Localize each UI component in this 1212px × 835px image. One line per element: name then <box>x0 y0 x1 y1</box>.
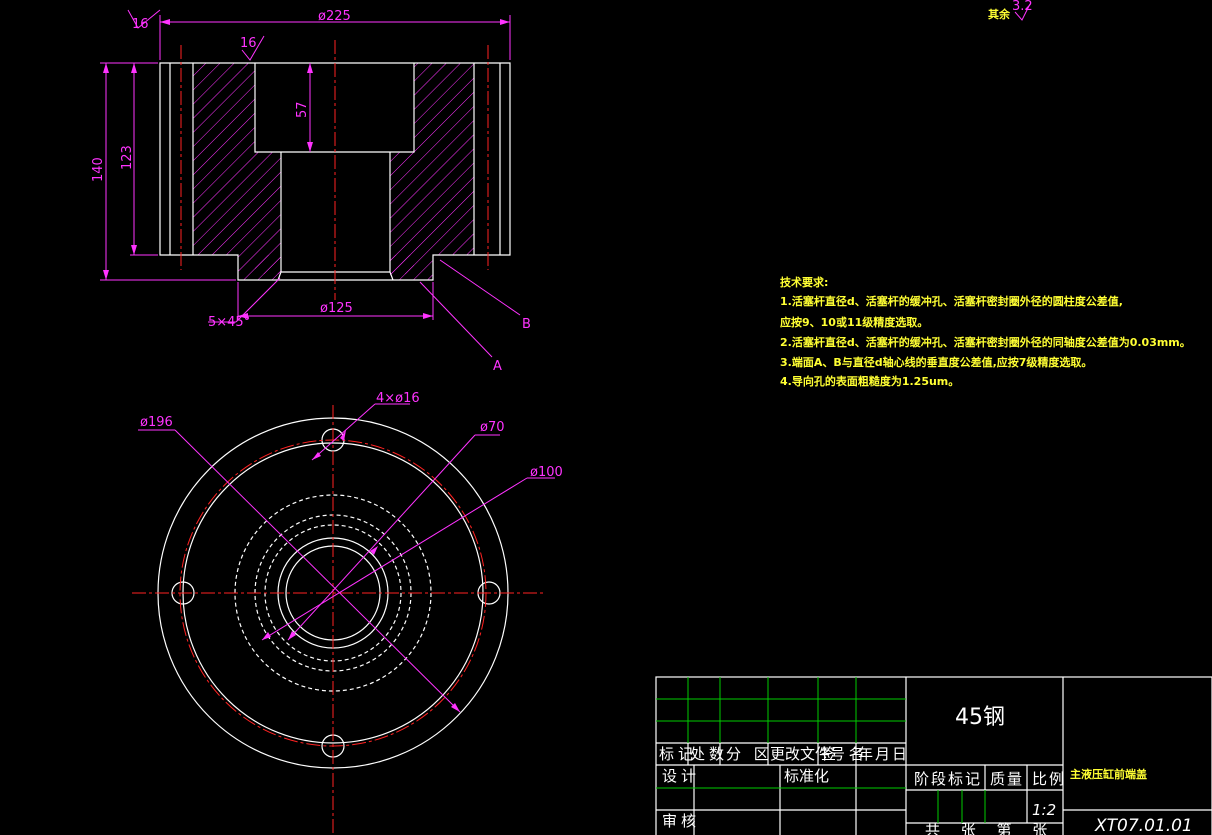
part-name: 主液压缸前端盖 <box>1070 767 1147 781</box>
dim-chamfer: 5×45° <box>208 315 250 330</box>
finish-top-label: 16 <box>132 17 149 32</box>
dim-bottom-diameter: ø125 <box>320 301 353 316</box>
label-face-b: B <box>522 317 531 332</box>
plan-view: ø196 4×ø16 ø70 ø100 <box>132 391 563 835</box>
label-face-a: A <box>493 359 502 374</box>
header-date: 年月日 <box>858 745 909 763</box>
tech-line: 2.活塞杆直径d、活塞杆的缓冲孔、活塞杆密封圈外径的同轴度公差值为0.03mm。 <box>780 335 1191 349</box>
dim-height-flange: 123 <box>120 145 135 170</box>
finish-other-value: 3.2 <box>1012 0 1033 14</box>
cad-drawing: 16 16 ø225 140 123 57 ø125 5×45° B A ø19… <box>91 0 1212 835</box>
plan-centerlines <box>132 405 545 835</box>
label-scale: 比例 <box>1032 770 1066 788</box>
label-review: 审核 <box>662 812 700 830</box>
label-design: 设计 <box>662 767 700 785</box>
header-count: 处数 <box>690 745 728 763</box>
label-standardize: 标准化 <box>784 767 829 785</box>
drawing-number: XT07.01.01 <box>1094 816 1193 835</box>
dim-pcd: ø196 <box>140 415 173 430</box>
tech-line: 1.活塞杆直径d、活塞杆的缓冲孔、活塞杆密封圈外径的圆柱度公差值, <box>780 294 1123 308</box>
finish-bore-label: 16 <box>240 36 257 51</box>
tech-requirements: 技术要求: 1.活塞杆直径d、活塞杆的缓冲孔、活塞杆密封圈外径的圆柱度公差值, … <box>780 275 1191 388</box>
hatch-right <box>414 63 474 255</box>
hatch-right-boss <box>390 255 433 280</box>
tech-line: 3.端面A、B与直径d轴心线的垂直度公差值,应按7级精度选取。 <box>780 355 1092 369</box>
tech-line: 应按9、10或11级精度选取。 <box>780 315 928 329</box>
header-zone: 分 区 <box>726 745 773 763</box>
hatch-left-boss <box>238 255 281 280</box>
dim-bore-depth: 57 <box>295 101 310 118</box>
dim-inner-d2: ø100 <box>530 465 563 480</box>
scale-value: 1:2 <box>1032 801 1056 819</box>
tech-line: 4.导向孔的表面粗糙度为1.25um。 <box>780 374 959 388</box>
label-weight: 质量 <box>990 770 1024 788</box>
tech-heading: 技术要求: <box>780 275 828 289</box>
dim-height-total: 140 <box>91 157 106 182</box>
finish-other-label: 其余 <box>988 7 1011 21</box>
label-sheets: 共 张 第 张 <box>925 821 1055 835</box>
dim-top-diameter: ø225 <box>318 9 351 24</box>
hatch-left <box>193 63 255 255</box>
dim-holes: 4×ø16 <box>376 391 420 406</box>
dim-inner-d1: ø70 <box>480 420 505 435</box>
material-label: 45钢 <box>955 705 1005 730</box>
label-stage-mark: 阶段标记 <box>914 770 982 788</box>
title-block: 45钢 主液压缸前端盖 XT07.01.01 1:2 标记 处数 分 区 更改文… <box>655 676 1212 835</box>
